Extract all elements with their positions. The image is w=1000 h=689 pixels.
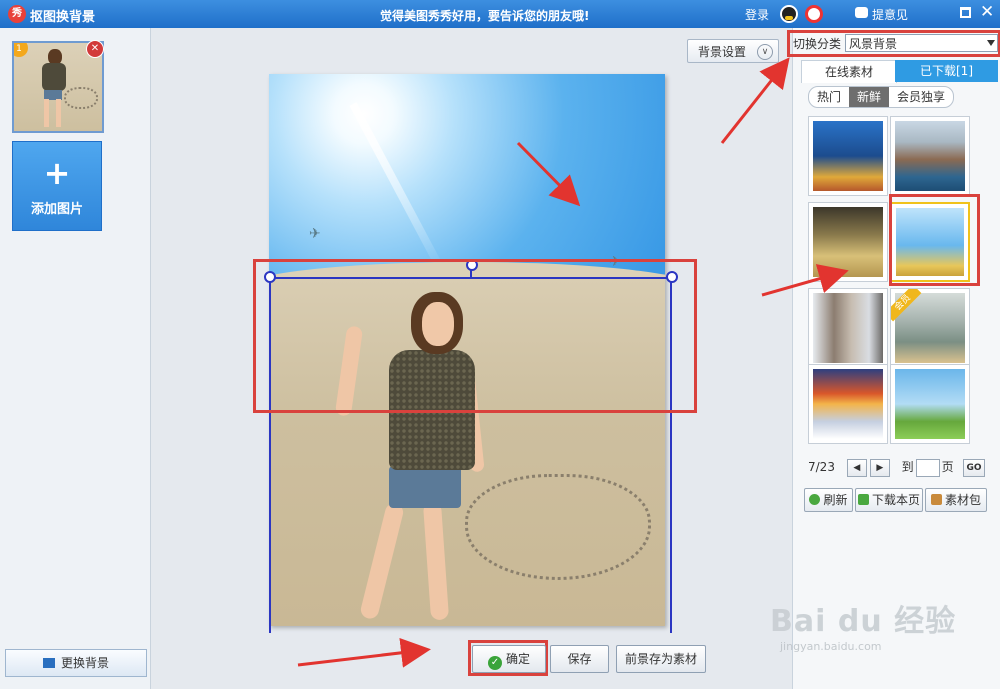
tab-downloaded[interactable]: 已下载[1] [895,60,998,82]
download-icon [857,494,869,505]
add-image-label: 添加图片 [30,202,83,217]
page-unit-label: 页 [941,460,954,474]
weibo-icon[interactable] [805,5,823,23]
material-thumbnail[interactable] [808,288,888,368]
subtab-vip[interactable]: 会员独享 [889,87,953,107]
confirm-button[interactable]: ✓ 确定 [472,645,546,673]
slogan-text: 觉得美图秀秀好用，要告诉您的朋友哦! [380,9,590,23]
change-background-label: 更换背景 [60,656,109,670]
dragonfly-icon: ✈ [309,226,321,242]
material-thumbnail[interactable] [808,364,888,444]
right-panel: 切换分类 风景背景 在线素材 已下载[1] 热门 新鲜 会员独享 会员 7/23… [787,28,1000,689]
canvas-area: 背景设置 ∨ ✈ ✈ ✓ 确定 保存 前景存为素材 [151,28,792,689]
download-page-button[interactable]: 下载本页 [855,488,923,512]
plus-icon: + [43,154,71,192]
material-thumbnail[interactable] [890,116,970,196]
go-button[interactable]: GO [963,458,985,477]
confirm-label: 确定 [505,652,530,666]
subtab-group: 热门 新鲜 会员独享 [808,86,955,108]
left-panel: 1 ✕ + 添加图片 更换背景 [0,28,151,689]
maximize-icon[interactable] [960,7,971,18]
change-background-button[interactable]: 更换背景 [5,649,147,677]
refresh-icon [809,494,821,505]
tab-online-materials[interactable]: 在线素材 [801,60,897,83]
save-foreground-as-material-button[interactable]: 前景存为素材 [616,645,706,673]
page-indicator: 7/23 [808,460,835,474]
check-icon: ✓ [487,656,502,670]
background-settings-label: 背景设置 [698,45,747,59]
chevron-down-icon: ∨ [757,44,773,60]
background-settings-button[interactable]: 背景设置 ∨ [687,39,779,63]
change-background-icon [42,658,55,668]
refresh-button[interactable]: 刷新 [804,488,853,512]
login-link[interactable]: 登录 [745,6,769,23]
package-icon [930,494,942,505]
delete-thumbnail-icon[interactable]: ✕ [86,40,104,58]
tutorial-highlight-box [253,259,697,413]
app-title: 抠图换背景 [30,10,96,25]
tutorial-highlight-selected-bg [889,194,980,286]
app-logo-icon: 秀 [8,5,26,23]
title-bar: 秀 抠图换背景 觉得美图秀秀好用，要告诉您的朋友哦! 登录 提意见 ✕ [0,0,1000,28]
close-icon[interactable]: ✕ [980,2,994,22]
subtab-hot[interactable]: 热门 [809,87,849,107]
feedback-link[interactable]: 提意见 [872,6,908,23]
save-button[interactable]: 保存 [550,645,609,673]
goto-label: 到 [901,460,914,474]
subtab-fresh[interactable]: 新鲜 [849,87,890,107]
material-thumbnail-vip[interactable]: 会员 [890,288,970,368]
pager: 7/23 ◀ ▶ 到 页 GO [808,458,985,477]
next-page-button[interactable]: ▶ [869,458,890,477]
material-pack-button[interactable]: 素材包 [925,488,987,512]
page-number-input[interactable] [915,458,940,477]
add-image-button[interactable]: + 添加图片 [12,141,102,231]
material-thumbnail[interactable] [808,116,888,196]
baidu-jingyan-watermark: Bai du 经验 jingyan.baidu.com [770,604,957,653]
material-thumbnail[interactable] [808,202,888,282]
material-thumbnail[interactable] [890,364,970,444]
qq-icon[interactable] [780,5,798,23]
feedback-icon[interactable] [855,7,868,18]
tutorial-highlight-category [787,30,1000,57]
prev-page-button[interactable]: ◀ [846,458,867,477]
